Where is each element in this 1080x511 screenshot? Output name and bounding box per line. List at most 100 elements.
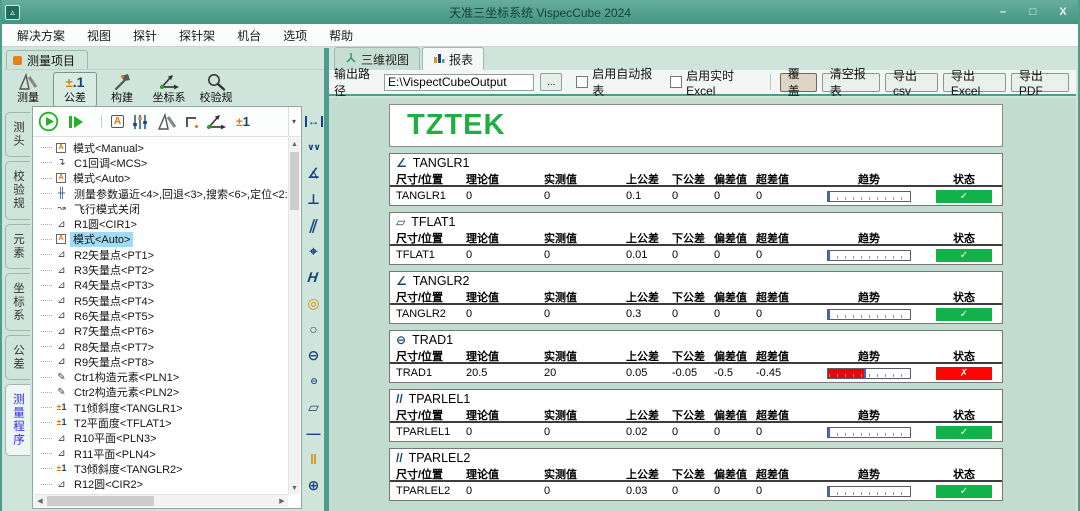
tree-item[interactable]: ╫测量参数逼近<4>,回退<3>,搜索<6>,定位<2: bbox=[34, 186, 288, 201]
scroll-down-icon[interactable]: ▼ bbox=[289, 482, 300, 494]
ribbon-button-2[interactable]: ±.1公差 bbox=[53, 72, 97, 107]
menu-item-3[interactable]: 探针 bbox=[122, 24, 168, 47]
menu-item-5[interactable]: 机台 bbox=[226, 24, 272, 47]
tree-item[interactable]: ⊿R2矢量点<PT1> bbox=[34, 247, 288, 262]
action-button-3[interactable]: 导出csv bbox=[885, 73, 938, 92]
total-runout-icon: ⊕ bbox=[308, 477, 320, 494]
tree-item[interactable]: A模式<Auto> bbox=[34, 232, 288, 247]
tree-item[interactable]: ⊿R3矢量点<PT2> bbox=[34, 262, 288, 277]
tree-item[interactable]: ⊿R8矢量点<PT7> bbox=[34, 339, 288, 354]
maximize-button[interactable]: □ bbox=[1018, 1, 1048, 23]
diameter-icon[interactable]: ⊖ bbox=[304, 342, 324, 368]
action-button-5[interactable]: 导出PDF bbox=[1011, 73, 1069, 92]
symmetry-icon: ‖ bbox=[310, 451, 317, 467]
tree-item[interactable]: ✎Ctr2构造元素<PLN2> bbox=[34, 385, 288, 400]
tree-item[interactable]: ⊿R10平面<PLN3> bbox=[34, 431, 288, 446]
scroll-up-icon[interactable]: ▲ bbox=[289, 138, 300, 150]
flatness-icon[interactable]: ▱ bbox=[304, 394, 324, 420]
distance-icon[interactable]: ↔ bbox=[304, 108, 324, 134]
side-tab-3[interactable]: 元素 bbox=[5, 224, 30, 269]
browse-button[interactable]: ... bbox=[540, 73, 562, 91]
ribbon-button-4[interactable]: 坐标系 bbox=[147, 72, 191, 107]
column-header: 状态 bbox=[953, 407, 975, 423]
side-tab-4[interactable]: 坐标系 bbox=[5, 273, 30, 332]
tree-item[interactable]: ⊿R9矢量点<PT8> bbox=[34, 354, 288, 369]
side-tab-6[interactable]: 测量程序 bbox=[5, 384, 30, 456]
checkbox[interactable] bbox=[576, 76, 588, 88]
tree-connector bbox=[41, 361, 52, 362]
action-button-2[interactable]: 清空报表 bbox=[822, 73, 880, 92]
tree-item[interactable]: A模式<Manual> bbox=[34, 140, 288, 155]
tab-report[interactable]: 报表 bbox=[422, 47, 484, 70]
tree-item[interactable]: ±1T2平面度<TFLAT1> bbox=[34, 415, 288, 430]
ribbon-button-5[interactable]: 校验规 bbox=[194, 72, 238, 107]
tree-item[interactable]: ⊿R6矢量点<PT5> bbox=[34, 308, 288, 323]
tree-item[interactable]: ⊿R4矢量点<PT3> bbox=[34, 278, 288, 293]
checkbox[interactable] bbox=[670, 76, 682, 88]
corner-button[interactable] bbox=[186, 117, 196, 127]
menu-item-1[interactable]: 解决方案 bbox=[6, 24, 76, 47]
run-button[interactable] bbox=[38, 111, 59, 132]
tree-item[interactable]: ±1T3倾斜度<TANGLR2> bbox=[34, 461, 288, 476]
column-header: 上公差 bbox=[626, 466, 672, 482]
cell-out_of_tol: 0 bbox=[756, 426, 812, 438]
tolerance-icon: ±1 bbox=[55, 463, 68, 474]
column-header: 理论值 bbox=[466, 466, 544, 482]
toolbar-overflow-button[interactable]: ▾ bbox=[288, 107, 296, 136]
perpendicularity-icon[interactable]: ⊥ bbox=[304, 186, 324, 212]
ribbon-button-1[interactable]: 测量 bbox=[6, 72, 50, 107]
scroll-right-icon[interactable]: ▶ bbox=[276, 495, 288, 507]
slant-angle-icon[interactable]: H bbox=[304, 264, 324, 290]
concentricity-icon[interactable]: ◎ bbox=[304, 290, 324, 316]
tree-item[interactable]: ⊿R7矢量点<PT6> bbox=[34, 324, 288, 339]
straightness-icon[interactable]: — bbox=[304, 420, 324, 446]
position-icon[interactable]: ⌖ bbox=[304, 238, 324, 264]
menu-item-2[interactable]: 视图 bbox=[76, 24, 122, 47]
tree-item[interactable]: ⊿R12圆<CIR2> bbox=[34, 477, 288, 492]
cell-actual: 20 bbox=[544, 367, 626, 379]
close-button[interactable]: X bbox=[1048, 1, 1078, 23]
horizontal-scrollbar[interactable]: ◀ ▶ bbox=[34, 494, 288, 507]
tree-item[interactable]: ↴C1回调<MCS> bbox=[34, 155, 288, 170]
tolerance-button[interactable]: ±1 bbox=[236, 113, 250, 131]
output-path-input[interactable] bbox=[384, 74, 534, 91]
radius-icon[interactable]: ⊖ bbox=[304, 368, 324, 394]
minimize-button[interactable]: – bbox=[988, 1, 1018, 23]
scrollbar-thumb[interactable] bbox=[290, 152, 299, 210]
coordinate-button[interactable] bbox=[204, 112, 228, 132]
tree-item[interactable]: ⊿R5矢量点<PT4> bbox=[34, 293, 288, 308]
action-button-4[interactable]: 导出Excel bbox=[943, 73, 1006, 92]
measure-tool-button[interactable] bbox=[156, 112, 178, 132]
ribbon-button-3[interactable]: 构建 bbox=[100, 72, 144, 107]
step-run-button[interactable] bbox=[67, 112, 85, 132]
report-table-header-row: 尺寸/位置理论值实测值上公差下公差偏差值超差值趋势状态 bbox=[390, 289, 1002, 305]
parameters-icon: ╫ bbox=[55, 188, 68, 199]
circularity-icon[interactable]: ○ bbox=[304, 316, 324, 342]
tree-connector bbox=[41, 147, 52, 148]
scrollbar-thumb[interactable] bbox=[47, 496, 154, 506]
side-tab-2[interactable]: 校验规 bbox=[5, 161, 30, 220]
auto-mode-button[interactable]: A bbox=[101, 115, 124, 128]
symmetry-icon[interactable]: ‖ bbox=[304, 446, 324, 472]
parallelism-icon[interactable]: ∥ bbox=[304, 212, 324, 238]
tree-item[interactable]: ⊿R11平面<PLN4> bbox=[34, 446, 288, 461]
tree-item[interactable]: ⊿R1圆<CIR1> bbox=[34, 216, 288, 231]
tree-item[interactable]: ↝飞行模式关闭 bbox=[34, 201, 288, 216]
scroll-left-icon[interactable]: ◀ bbox=[34, 495, 46, 507]
side-tab-1[interactable]: 测头 bbox=[5, 112, 30, 157]
parameters-button[interactable] bbox=[132, 113, 148, 131]
menu-item-6[interactable]: 选项 bbox=[272, 24, 318, 47]
angularity-icon[interactable]: ∡ bbox=[304, 160, 324, 186]
tree-item[interactable]: A模式<Auto> bbox=[34, 171, 288, 186]
menu-item-4[interactable]: 探针架 bbox=[168, 24, 226, 47]
side-tab-5[interactable]: 公差 bbox=[5, 335, 30, 380]
menu-item-7[interactable]: 帮助 bbox=[318, 24, 364, 47]
tree-item[interactable]: ✎Ctr1构造元素<PLN1> bbox=[34, 369, 288, 384]
tab-measurement-project[interactable]: 测量项目 bbox=[6, 50, 88, 69]
tree-item[interactable]: ±1T1倾斜度<TANGLR1> bbox=[34, 400, 288, 415]
column-header: 下公差 bbox=[672, 407, 714, 423]
surface-profile-icon[interactable]: ∨∨ bbox=[304, 134, 324, 160]
vertical-scrollbar[interactable]: ▲ ▼ bbox=[288, 138, 300, 494]
total-runout-icon[interactable]: ⊕ bbox=[304, 472, 324, 498]
action-button-1[interactable]: 覆盖 bbox=[780, 73, 817, 92]
